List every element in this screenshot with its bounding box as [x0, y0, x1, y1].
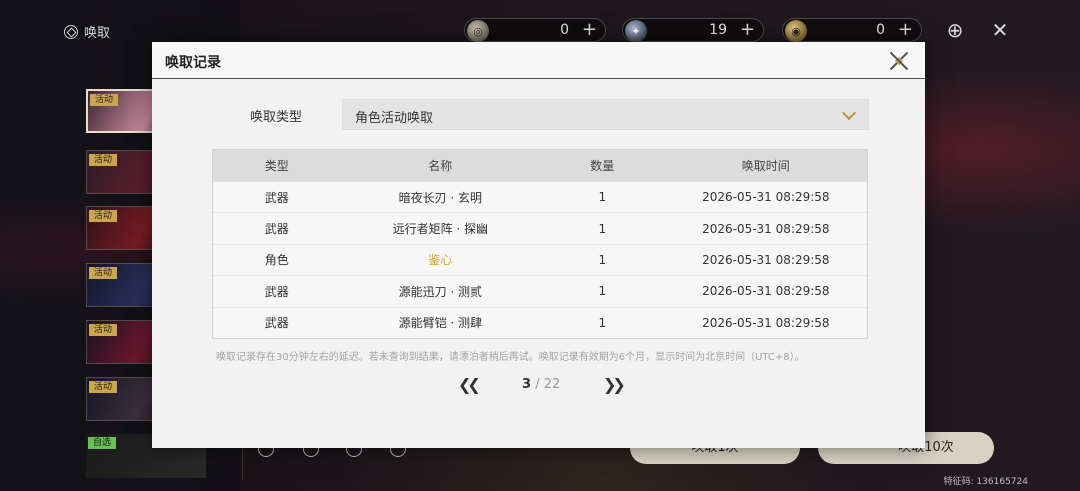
table-row: 武器 暗夜长刃 · 玄明 1 2026-05-31 08:29:58	[213, 181, 867, 212]
history-table: 类型 名称 数量 唤取时间 武器 暗夜长刃 · 玄明 1 2026-05-31 …	[212, 149, 868, 339]
cell-name: 暗夜长刃 · 玄明	[398, 190, 483, 205]
next-page-icon[interactable]: ❯❯	[603, 375, 626, 394]
pagination: ❮❮ 3 / 22 ❯❯	[152, 374, 925, 394]
cell-type: 武器	[264, 284, 289, 299]
cell-type: 角色	[264, 253, 289, 268]
feature-code: 特征码: 136165724	[943, 477, 1028, 487]
cell-qty: 1	[598, 190, 607, 205]
cell-name: 远行者矩阵 · 探幽	[392, 222, 489, 237]
page-total: / 22	[535, 377, 561, 392]
convene-type-value: 角色活动唤取	[355, 111, 434, 126]
currency-value: 0	[560, 22, 569, 38]
cell-time: 2026-05-31 08:29:58	[702, 221, 830, 236]
currency-astrite: ✦ 19 +	[622, 18, 764, 42]
cell-qty: 1	[598, 284, 607, 299]
table-row: 武器 源能臂铠 · 测肆 1 2026-05-31 08:29:58	[213, 306, 867, 338]
cell-type: 武器	[264, 222, 289, 237]
banner-tag: 活动	[89, 210, 118, 222]
currency-value: 19	[709, 22, 727, 38]
close-dialog-button[interactable]	[887, 49, 911, 73]
currency-lustrous-tide: ◎ 0 +	[464, 18, 606, 42]
cell-time: 2026-05-31 08:29:58	[702, 252, 830, 267]
add-currency-button[interactable]: +	[582, 19, 597, 40]
add-currency-button[interactable]: +	[740, 19, 755, 40]
cell-qty: 1	[598, 252, 607, 267]
convene-icon	[64, 24, 78, 39]
dialog-title: 唤取记录	[165, 55, 221, 71]
cell-name: 源能迅刀 · 测贰	[398, 284, 483, 299]
close-icon	[894, 56, 904, 66]
cell-qty: 1	[598, 315, 607, 330]
table-row: 武器 源能迅刀 · 测贰 1 2026-05-31 08:29:58	[213, 275, 867, 306]
cell-time: 2026-05-31 08:29:58	[702, 315, 830, 330]
table-row: 角色 鉴心 1 2026-05-31 08:29:58	[213, 243, 867, 275]
cell-time: 2026-05-31 08:29:58	[702, 284, 830, 299]
table-row: 武器 远行者矩阵 · 探幽 1 2026-05-31 08:29:58	[213, 212, 867, 243]
page-current: 3	[522, 377, 532, 392]
column-header: 类型	[264, 159, 289, 173]
convene-type-label: 唤取类型	[250, 110, 303, 125]
cell-type: 武器	[264, 316, 289, 331]
column-header: 名称	[428, 159, 453, 173]
lustrous-tide-icon: ◎	[467, 20, 489, 42]
cell-name: 源能臂铠 · 测肆	[398, 316, 483, 331]
add-currency-button[interactable]: +	[898, 19, 913, 40]
close-icon[interactable]: ✕	[988, 18, 1012, 42]
cell-qty: 1	[598, 221, 607, 236]
chevron-down-icon	[841, 105, 857, 121]
cell-name: 鉴心	[428, 253, 453, 268]
table-header: 类型 名称 数量 唤取时间	[213, 150, 867, 181]
banner-tag: 自选	[88, 437, 117, 449]
prev-page-icon[interactable]: ❮❮	[458, 375, 481, 394]
column-header: 数量	[590, 159, 615, 173]
banner-tag: 活动	[90, 94, 119, 106]
page-title: 唤取	[64, 22, 110, 41]
convene-type-select[interactable]: 角色活动唤取	[342, 99, 869, 130]
radiant-tide-icon: ◉	[785, 20, 807, 42]
page-title-label: 唤取	[84, 26, 111, 41]
dialog-header: 唤取记录	[152, 42, 925, 79]
convene-history-dialog: 唤取记录 唤取类型 角色活动唤取 类型 名称 数量 唤取时间 武器 暗夜长刃 ·…	[152, 42, 925, 448]
cell-time: 2026-05-31 08:29:58	[702, 190, 830, 205]
currency-value: 0	[876, 22, 885, 38]
history-note: 唤取记录存在30分钟左右的延迟。若未查询到结果，请漂泊者稍后再试。唤取记录有效期…	[216, 352, 805, 363]
banner-tag: 活动	[89, 154, 118, 166]
astrite-icon: ✦	[625, 20, 647, 42]
settings-target-icon[interactable]: ⊕	[943, 18, 967, 42]
banner-tag: 活动	[89, 381, 118, 393]
banner-tag: 活动	[89, 324, 118, 336]
cell-type: 武器	[264, 190, 289, 205]
page-indicator: 3 / 22	[522, 377, 560, 392]
banner-tag: 活动	[89, 267, 118, 279]
currency-radiant-tide: ◉ 0 +	[782, 18, 922, 42]
column-header: 唤取时间	[741, 159, 790, 173]
